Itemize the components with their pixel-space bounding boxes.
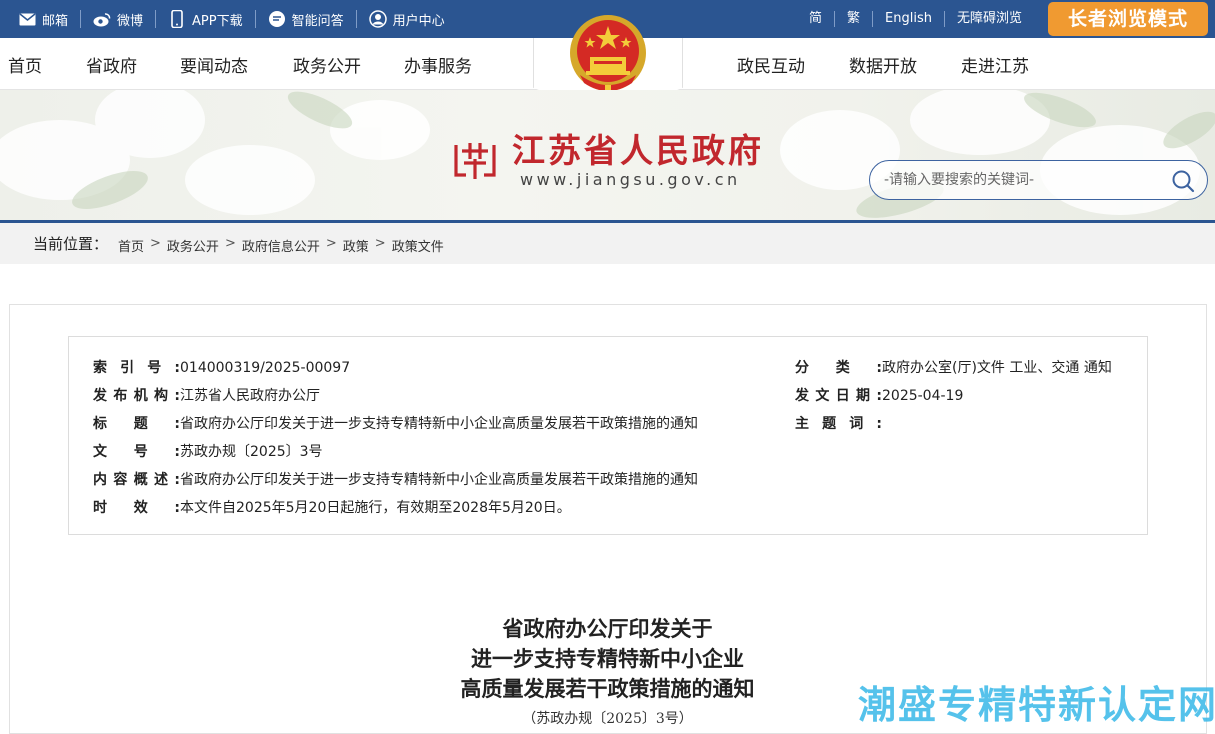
app-download-link[interactable]: APP下载	[156, 10, 256, 29]
meta-issuer: 发布机构:江苏省人民政府办公厅	[93, 388, 320, 404]
mail-icon	[18, 10, 36, 28]
traditional-chinese-link[interactable]: 繁	[835, 11, 874, 27]
site-name: 江苏省人民政府	[512, 131, 764, 170]
breadcrumb-separator: >	[325, 236, 337, 251]
breadcrumb-gov-info[interactable]: 政府信息公开	[242, 236, 320, 255]
document-title-line: 省政府办公厅印发关于	[502, 616, 713, 641]
phone-icon	[168, 10, 186, 28]
weibo-label: 微博	[117, 13, 144, 29]
meta-category: 分类:政府办公室(厅)文件 工业、交通 通知	[795, 360, 1112, 376]
nav-gov-affairs[interactable]: 政务公开	[293, 52, 361, 77]
user-center-link[interactable]: 用户中心	[357, 10, 457, 29]
utility-right: 简 繁 English 无障碍浏览 长者浏览模式	[797, 0, 1215, 38]
breadcrumb-policy[interactable]: 政策	[343, 236, 369, 255]
breadcrumb-separator: >	[374, 236, 386, 251]
document-title-line: 进一步支持专精特新中小企业	[471, 646, 744, 671]
document-metadata-table: 索引号:014000319/2025-00097 分类:政府办公室(厅)文件 工…	[68, 336, 1148, 535]
meta-keywords: 主题词:	[795, 416, 882, 432]
national-emblem-icon[interactable]	[566, 11, 650, 97]
user-icon	[368, 10, 387, 28]
breadcrumb-home[interactable]: 首页	[118, 236, 144, 255]
mail-label: 邮箱	[42, 13, 69, 29]
breadcrumb: 当前位置： 首页 > 政务公开 > 政府信息公开 > 政策 > 政策文件	[0, 223, 1215, 264]
weibo-icon	[93, 10, 111, 28]
elder-mode-button[interactable]: 长者浏览模式	[1048, 2, 1208, 36]
nav-news[interactable]: 要闻动态	[180, 52, 248, 77]
meta-doc-no: 文号:苏政办规〔2025〕3号	[93, 444, 323, 460]
breadcrumb-label: 当前位置：	[33, 235, 109, 253]
simplified-chinese-link[interactable]: 简	[797, 11, 836, 27]
meta-validity: 时效:本文件自2025年5月20日起施行，有效期至2028年5月20日。	[93, 500, 571, 516]
meta-summary: 内容概述:省政府办公厅印发关于进一步支持专精特新中小企业高质量发展若干政策措施的…	[93, 472, 698, 488]
breadcrumb-gov-affairs[interactable]: 政务公开	[167, 236, 219, 255]
search-icon[interactable]	[1171, 169, 1195, 193]
smart-qa-link[interactable]: 智能问答	[256, 10, 357, 29]
nav-home[interactable]: 首页	[8, 52, 42, 77]
utility-links: 邮箱 微博 APP下载 智能问答 用户中心	[6, 0, 457, 38]
meta-index-no: 索引号:014000319/2025-00097	[93, 360, 351, 376]
meta-title: 标题:省政府办公厅印发关于进一步支持专精特新中小企业高质量发展若干政策措施的通知	[93, 416, 698, 432]
weibo-link[interactable]: 微博	[81, 10, 157, 29]
nav-interaction[interactable]: 政民互动	[737, 52, 805, 77]
breadcrumb-trail: 首页 > 政务公开 > 政府信息公开 > 政策 > 政策文件	[118, 236, 444, 255]
user-center-label: 用户中心	[392, 13, 445, 29]
meta-date: 发文日期:2025-04-19	[795, 388, 964, 404]
nav-open-data[interactable]: 数据开放	[849, 52, 917, 77]
search-box	[869, 160, 1208, 200]
nav-provincial-gov[interactable]: 省政府	[86, 52, 137, 77]
chat-icon	[268, 10, 286, 28]
app-download-label: APP下载	[192, 13, 243, 29]
breadcrumb-separator: >	[224, 236, 236, 251]
mail-link[interactable]: 邮箱	[6, 10, 82, 29]
nav-about-jiangsu[interactable]: 走进江苏	[961, 52, 1029, 77]
breadcrumb-policy-docs[interactable]: 政策文件	[392, 236, 444, 255]
accessibility-link[interactable]: 无障碍浏览	[945, 11, 1034, 27]
nav-services[interactable]: 办事服务	[404, 52, 472, 77]
search-input[interactable]	[884, 170, 1164, 190]
jiangsu-logo-icon[interactable]	[452, 137, 498, 183]
watermark: 潮盛专精特新认定网	[858, 683, 1215, 727]
smart-qa-label: 智能问答	[291, 13, 344, 29]
site-url: www.jiangsu.gov.cn	[520, 170, 741, 189]
english-link[interactable]: English	[873, 11, 945, 27]
breadcrumb-separator: >	[150, 236, 161, 251]
